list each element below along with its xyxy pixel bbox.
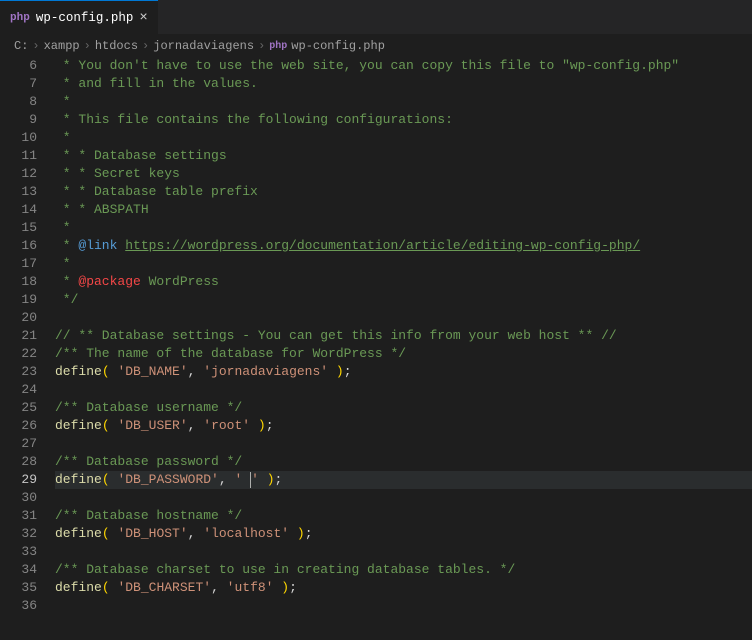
- code-line[interactable]: [55, 309, 752, 327]
- breadcrumb-segment[interactable]: C:: [14, 39, 28, 53]
- code-line[interactable]: * @link https://wordpress.org/documentat…: [55, 237, 752, 255]
- code-content[interactable]: * You don't have to use the web site, yo…: [55, 57, 752, 615]
- code-line[interactable]: * * Database settings: [55, 147, 752, 165]
- code-line[interactable]: [55, 381, 752, 399]
- breadcrumb-segment[interactable]: xampp: [44, 39, 80, 53]
- code-line[interactable]: // ** Database settings - You can get th…: [55, 327, 752, 345]
- code-line[interactable]: /** Database password */: [55, 453, 752, 471]
- line-number: 32: [0, 525, 37, 543]
- chevron-right-icon: ›: [32, 39, 39, 53]
- code-line[interactable]: * @package WordPress: [55, 273, 752, 291]
- code-line[interactable]: *: [55, 255, 752, 273]
- line-number: 10: [0, 129, 37, 147]
- code-line[interactable]: * * Database table prefix: [55, 183, 752, 201]
- line-number: 15: [0, 219, 37, 237]
- code-line[interactable]: define( 'DB_PASSWORD', ' ' );: [55, 471, 752, 489]
- code-line[interactable]: [55, 435, 752, 453]
- code-line[interactable]: define( 'DB_CHARSET', 'utf8' );: [55, 579, 752, 597]
- editor-tab[interactable]: php wp-config.php ×: [0, 0, 158, 34]
- code-line[interactable]: /** Database hostname */: [55, 507, 752, 525]
- line-number: 36: [0, 597, 37, 615]
- breadcrumb-segment[interactable]: wp-config.php: [291, 39, 385, 53]
- code-line[interactable]: [55, 489, 752, 507]
- breadcrumb-segment[interactable]: jornadaviagens: [153, 39, 254, 53]
- line-number: 23: [0, 363, 37, 381]
- line-number: 29: [0, 471, 37, 489]
- php-icon: php: [269, 41, 287, 52]
- tab-filename: wp-config.php: [36, 11, 134, 25]
- line-number: 14: [0, 201, 37, 219]
- chevron-right-icon: ›: [142, 39, 149, 53]
- line-number: 11: [0, 147, 37, 165]
- line-number: 22: [0, 345, 37, 363]
- chevron-right-icon: ›: [84, 39, 91, 53]
- code-line[interactable]: *: [55, 93, 752, 111]
- line-number: 30: [0, 489, 37, 507]
- code-line[interactable]: * You don't have to use the web site, yo…: [55, 57, 752, 75]
- breadcrumb-segment[interactable]: htdocs: [95, 39, 138, 53]
- code-editor[interactable]: 6789101112131415161718192021222324252627…: [0, 57, 752, 615]
- line-number: 19: [0, 291, 37, 309]
- line-number: 26: [0, 417, 37, 435]
- code-line[interactable]: * * Secret keys: [55, 165, 752, 183]
- code-line[interactable]: * * ABSPATH: [55, 201, 752, 219]
- code-line[interactable]: */: [55, 291, 752, 309]
- code-line[interactable]: /** The name of the database for WordPre…: [55, 345, 752, 363]
- line-number: 21: [0, 327, 37, 345]
- code-line[interactable]: * This file contains the following confi…: [55, 111, 752, 129]
- line-number: 28: [0, 453, 37, 471]
- line-number: 33: [0, 543, 37, 561]
- chevron-right-icon: ›: [258, 39, 265, 53]
- line-number: 27: [0, 435, 37, 453]
- code-line[interactable]: /** Database charset to use in creating …: [55, 561, 752, 579]
- line-gutter: 6789101112131415161718192021222324252627…: [0, 57, 55, 615]
- breadcrumb[interactable]: C: › xampp › htdocs › jornadaviagens › ph…: [0, 35, 752, 57]
- tab-bar: php wp-config.php ×: [0, 0, 752, 35]
- line-number: 12: [0, 165, 37, 183]
- line-number: 13: [0, 183, 37, 201]
- code-line[interactable]: *: [55, 129, 752, 147]
- code-line[interactable]: [55, 543, 752, 561]
- line-number: 7: [0, 75, 37, 93]
- code-line[interactable]: define( 'DB_USER', 'root' );: [55, 417, 752, 435]
- line-number: 8: [0, 93, 37, 111]
- code-line[interactable]: [55, 597, 752, 615]
- php-icon: php: [10, 12, 30, 24]
- line-number: 25: [0, 399, 37, 417]
- code-line[interactable]: * and fill in the values.: [55, 75, 752, 93]
- line-number: 24: [0, 381, 37, 399]
- line-number: 34: [0, 561, 37, 579]
- line-number: 16: [0, 237, 37, 255]
- close-icon[interactable]: ×: [139, 10, 147, 26]
- code-line[interactable]: define( 'DB_HOST', 'localhost' );: [55, 525, 752, 543]
- line-number: 20: [0, 309, 37, 327]
- code-line[interactable]: *: [55, 219, 752, 237]
- code-line[interactable]: /** Database username */: [55, 399, 752, 417]
- line-number: 6: [0, 57, 37, 75]
- line-number: 18: [0, 273, 37, 291]
- line-number: 17: [0, 255, 37, 273]
- line-number: 31: [0, 507, 37, 525]
- code-line[interactable]: define( 'DB_NAME', 'jornadaviagens' );: [55, 363, 752, 381]
- line-number: 9: [0, 111, 37, 129]
- line-number: 35: [0, 579, 37, 597]
